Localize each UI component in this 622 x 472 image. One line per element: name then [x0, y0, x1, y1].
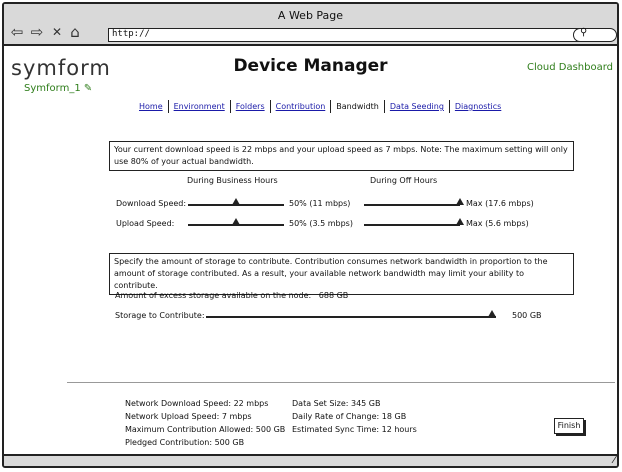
download-offhours-slider[interactable]	[364, 204, 460, 206]
storage-contribute-label: Storage to Contribute:	[115, 311, 205, 320]
tab-home[interactable]: Home	[134, 102, 168, 111]
download-speed-label: Download Speed:	[116, 199, 187, 208]
search-input[interactable]: ⚲	[573, 27, 617, 42]
upload-offhours-slider-thumb[interactable]	[456, 218, 464, 225]
browser-window: A Web Page ⇦ ⇨ ✕ ⌂ http:// ⚲ symform Sym…	[2, 2, 619, 468]
excess-storage-row: Amount of excess storage available on th…	[115, 291, 348, 300]
download-business-slider-thumb[interactable]	[232, 198, 240, 205]
stat-sync-time: Estimated Sync Time: 12 hours	[292, 425, 417, 434]
bandwidth-note: Your current download speed is 22 mbps a…	[109, 141, 574, 171]
nav-tabs: Home Environment Folders Contribution Ba…	[134, 100, 506, 113]
storage-contribute-value: 500 GB	[512, 311, 542, 320]
business-hours-header: During Business Hours	[187, 176, 278, 185]
page-title: Device Manager	[233, 56, 388, 76]
section-divider	[67, 382, 615, 383]
stat-download-speed: Network Download Speed: 22 mbps	[125, 399, 269, 408]
finish-button[interactable]: Finish	[554, 418, 584, 434]
forward-arrow-icon[interactable]: ⇨	[28, 24, 46, 40]
back-arrow-icon[interactable]: ⇦	[8, 24, 26, 40]
storage-contribute-slider-thumb[interactable]	[488, 310, 496, 317]
cloud-dashboard-link[interactable]: Cloud Dashboard	[527, 62, 613, 73]
storage-note: Specify the amount of storage to contrib…	[109, 253, 574, 295]
search-icon: ⚲	[580, 27, 588, 38]
tab-diagnostics[interactable]: Diagnostics	[450, 102, 506, 111]
user-name: Symform_1	[24, 83, 81, 94]
upload-business-slider-thumb[interactable]	[232, 218, 240, 225]
excess-storage-label: Amount of excess storage available on th…	[115, 291, 312, 300]
close-icon[interactable]: ✕	[48, 24, 66, 40]
stat-daily-rate: Daily Rate of Change: 18 GB	[292, 412, 407, 421]
stats-column-right: Data Set Size: 345 GB Daily Rate of Chan…	[292, 397, 417, 436]
upload-offhours-slider[interactable]	[364, 224, 460, 226]
download-offhours-value: Max (17.6 mbps)	[466, 199, 534, 208]
stat-pledged-contribution: Pledged Contribution: 500 GB	[125, 438, 245, 447]
edit-pencil-icon[interactable]: ✎	[84, 83, 92, 94]
offhours-header: During Off Hours	[370, 176, 438, 185]
download-business-value: 50% (11 mbps)	[289, 199, 351, 208]
tab-folders[interactable]: Folders	[231, 102, 270, 111]
url-field[interactable]: http://	[108, 28, 596, 42]
stats-column-left: Network Download Speed: 22 mbps Network …	[125, 397, 285, 449]
upload-speed-label: Upload Speed:	[116, 219, 175, 228]
window-title: A Web Page	[277, 9, 344, 22]
tab-data-seeding[interactable]: Data Seeding	[385, 102, 449, 111]
stat-upload-speed: Network Upload Speed: 7 mbps	[125, 412, 252, 421]
tab-environment[interactable]: Environment	[169, 102, 230, 111]
home-icon[interactable]: ⌂	[66, 24, 84, 40]
stat-max-contribution: Maximum Contribution Allowed: 500 GB	[125, 425, 286, 434]
excess-storage-value: 688 GB	[318, 291, 349, 300]
tab-bandwidth[interactable]: Bandwidth	[331, 102, 384, 111]
storage-contribute-slider[interactable]	[206, 316, 496, 318]
upload-business-value: 50% (3.5 mbps)	[289, 219, 353, 228]
stat-data-set-size: Data Set Size: 345 GB	[292, 399, 381, 408]
status-bar: ⁄	[4, 454, 617, 466]
browser-toolbar: A Web Page ⇦ ⇨ ✕ ⌂ http:// ⚲	[4, 4, 617, 46]
resize-grip-icon[interactable]: ⁄	[613, 456, 615, 466]
upload-offhours-value: Max (5.6 mbps)	[466, 219, 529, 228]
user-name-link[interactable]: Symform_1 ✎	[24, 83, 92, 94]
tab-contribution[interactable]: Contribution	[271, 102, 331, 111]
download-offhours-slider-thumb[interactable]	[456, 198, 464, 205]
